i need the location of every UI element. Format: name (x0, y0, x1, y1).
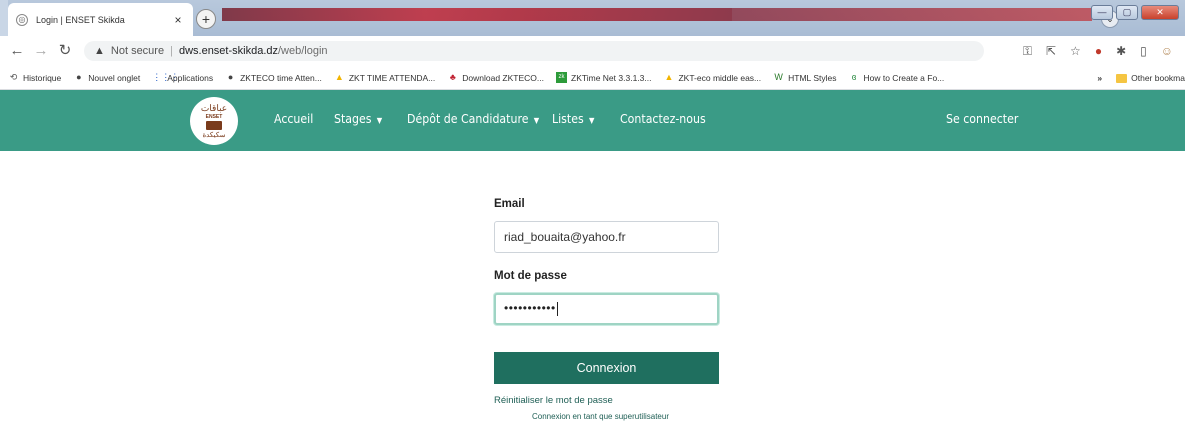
extension-icon[interactable]: ● (1095, 44, 1102, 59)
star-icon[interactable]: ☆ (1070, 44, 1081, 59)
w3-icon: W (774, 72, 783, 82)
side-panel-icon[interactable]: ▯ (1140, 44, 1147, 59)
bookmark-item[interactable]: ⋮⋮⋮ Applications (152, 72, 213, 83)
toolbar-right-icons: ⚿ ⇱ ☆ ● ✱ ▯ ☺ (1023, 44, 1173, 59)
nav-label: Stages (334, 111, 372, 126)
caret-down-icon: ▼ (376, 116, 383, 125)
reload-icon[interactable]: ↻ (56, 42, 74, 60)
text-cursor (556, 301, 558, 316)
bookmark-item[interactable]: ● Nouvel onglet (73, 72, 140, 83)
nav-se-connecter[interactable]: Se connecter (946, 111, 1018, 126)
window-title-decoration (222, 8, 732, 21)
nav-contactez-nous[interactable]: Contactez-nous (620, 111, 706, 126)
nav-label: Dépôt de Candidature (407, 111, 529, 126)
window-controls: — ▢ ✕ (1091, 5, 1179, 20)
bookmark-label: Nouvel onglet (88, 72, 141, 83)
nav-accueil[interactable]: Accueil (274, 111, 313, 126)
password-masked-value: ••••••••••• (504, 300, 558, 316)
more-bookmarks-chevron-icon[interactable]: » (1097, 73, 1102, 83)
bookmark-item[interactable]: ● ZKTECO time Atten... (225, 72, 322, 83)
reset-password-link[interactable]: Réinitialiser le mot de passe (494, 395, 613, 406)
drive-icon: ▲ (664, 72, 674, 82)
bookmarks-right: » Other bookma (1097, 66, 1185, 90)
profile-avatar-icon[interactable]: ☺ (1161, 44, 1173, 59)
bookmark-label: Download ZKTECO... (462, 72, 544, 83)
window-edge (0, 0, 8, 36)
other-bookmarks-label[interactable]: Other bookma (1131, 73, 1185, 83)
nav-depot-candidature[interactable]: Dépôt de Candidature ▼ (407, 111, 539, 126)
bookmark-label: ZKTime Net 3.3.1.3... (571, 72, 652, 83)
key-icon[interactable]: ⚿ (1023, 44, 1032, 59)
maximize-button[interactable]: ▢ (1116, 5, 1138, 20)
minimize-button[interactable]: — (1091, 5, 1113, 20)
tab-close-icon[interactable]: × (171, 13, 185, 27)
tab-title: Login | ENSET Skikda (36, 14, 125, 25)
nav-label: Se connecter (946, 111, 1019, 126)
browser-tab-active[interactable]: ◎ Login | ENSET Skikda × (8, 3, 193, 36)
bookmark-label: Historique (23, 72, 62, 83)
back-arrow-icon[interactable]: ← (8, 42, 26, 60)
globe-icon: ● (227, 72, 234, 82)
nav-label: Contactez-nous (620, 111, 706, 126)
enset-logo[interactable]: عباقات ENSET سكيكدة (190, 97, 238, 145)
bookmark-item[interactable]: ɞ How to Create a Fo... (848, 72, 945, 83)
forward-arrow-icon[interactable]: → (32, 42, 50, 60)
drive-icon: ▲ (334, 72, 344, 82)
caret-down-icon: ▼ (533, 116, 540, 125)
bookmark-label: Applications (167, 72, 214, 83)
bookmarks-bar: ⟲ Historique ● Nouvel onglet ⋮⋮⋮ Applications… (0, 66, 1185, 90)
bookmark-item[interactable]: zk ZKTime Net 3.3.1.3... (556, 72, 651, 83)
logo-text-bottom: سكيكدة (202, 130, 226, 139)
window-title-bar: ◎ Login | ENSET Skikda × + ⌄ — ▢ ✕ (0, 0, 1185, 36)
password-label: Mot de passe (494, 270, 567, 282)
logo-text-mid: ENSET (205, 113, 223, 120)
bookmark-label: ZKT TIME ATTENDA... (348, 72, 436, 83)
apps-grid-icon: ⋮⋮⋮ (152, 72, 180, 82)
bookmark-item[interactable]: ▲ ZKT TIME ATTENDA... (334, 72, 435, 83)
bookmark-item[interactable]: ▲ ZKT-eco middle eas... (663, 72, 762, 83)
share-icon[interactable]: ⇱ (1046, 44, 1056, 59)
bookmark-label: HTML Styles (788, 72, 837, 83)
zk-icon: zk (556, 72, 567, 83)
logo-text-top: عباقات (200, 103, 228, 114)
nav-listes[interactable]: Listes ▼ (552, 111, 594, 126)
nav-label: Listes (552, 111, 584, 126)
nav-stages[interactable]: Stages ▼ (334, 111, 382, 126)
site-favicon-icon: ◎ (16, 13, 28, 26)
gfg-icon: ɞ (851, 72, 857, 82)
url-separator: | (170, 45, 173, 57)
connexion-button[interactable]: Connexion (494, 352, 719, 384)
bookmark-icon: ♣ (449, 72, 456, 82)
url-path: /web/login (278, 45, 328, 57)
password-dots: ••••••••••• (504, 301, 556, 315)
bookmark-item[interactable]: ⟲ Historique (8, 72, 62, 83)
caret-down-icon: ▼ (589, 116, 595, 125)
address-bar[interactable]: ▲ Not secure | dws.enset-skikda.dz /web/… (84, 41, 984, 61)
window-title-decoration-right (732, 8, 1092, 21)
email-label: Email (494, 198, 525, 210)
bookmark-label: ZKT-eco middle eas... (678, 72, 762, 83)
puzzle-icon[interactable]: ✱ (1116, 44, 1126, 59)
not-secure-label[interactable]: Not secure (111, 45, 164, 57)
email-input[interactable] (494, 221, 719, 253)
bookmark-label: ZKTECO time Atten... (240, 72, 322, 83)
close-window-button[interactable]: ✕ (1141, 5, 1179, 20)
browser-toolbar: ← → ↻ ▲ Not secure | dws.enset-skikda.dz… (0, 36, 1185, 66)
book-icon (206, 120, 222, 130)
superuser-login-link[interactable]: Connexion en tant que superutilisateur (532, 412, 669, 421)
url-host: dws.enset-skikda.dz (178, 45, 278, 57)
folder-icon (1116, 73, 1128, 83)
bookmark-item[interactable]: ♣ Download ZKTECO... (447, 72, 544, 83)
history-icon: ⟲ (9, 72, 18, 82)
bookmark-label: How to Create a Fo... (863, 72, 945, 83)
site-navbar: عباقات ENSET سكيكدة Accueil Stages ▼ Dépô… (0, 90, 1185, 151)
globe-icon: ● (76, 72, 82, 82)
nav-label: Accueil (274, 111, 314, 126)
warning-triangle-icon[interactable]: ▲ (94, 45, 105, 57)
bookmark-item[interactable]: W HTML Styles (773, 72, 836, 83)
new-tab-button[interactable]: + (196, 9, 216, 29)
